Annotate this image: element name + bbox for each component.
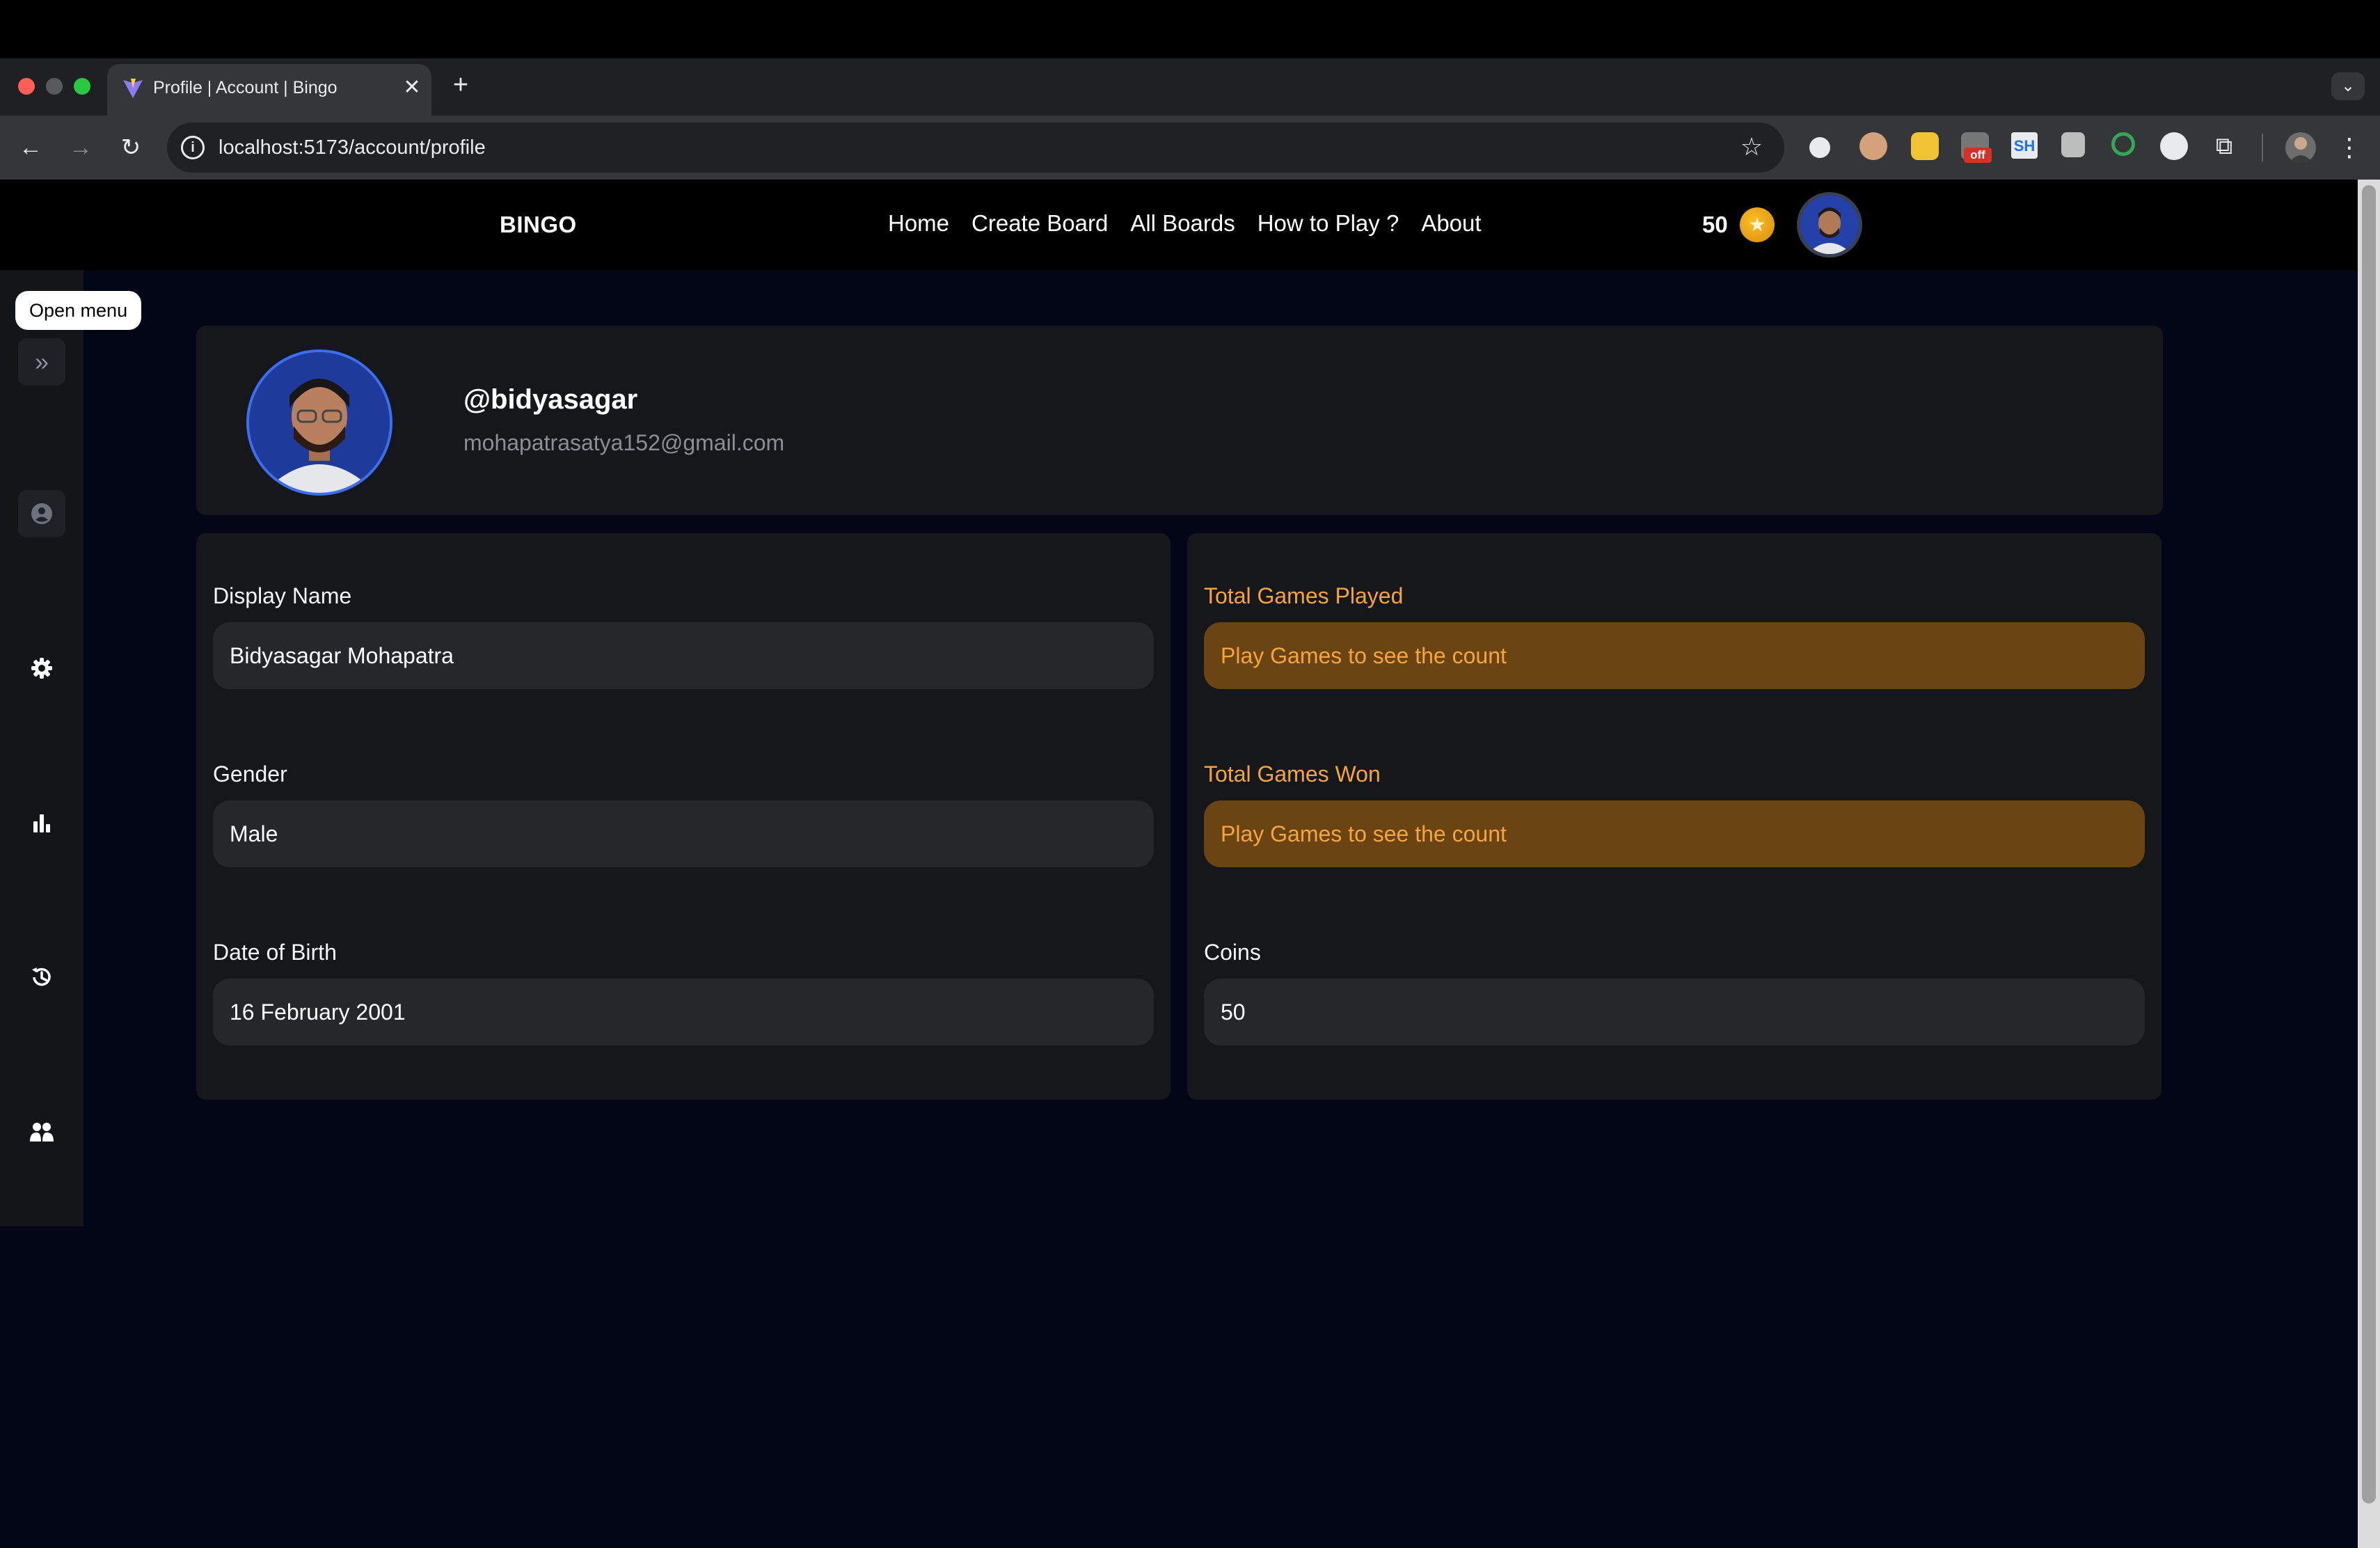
sidebar-item-friends[interactable]: [18, 1108, 65, 1155]
extension-2-icon[interactable]: [1859, 132, 1887, 160]
extension-8-icon[interactable]: [2160, 132, 2188, 160]
bar-chart-icon: [33, 814, 50, 832]
extension-3-icon[interactable]: [1911, 132, 1939, 160]
nav-home-link[interactable]: Home: [888, 210, 949, 241]
nav-create-board-link[interactable]: Create Board: [971, 210, 1108, 241]
sidebar-item-settings[interactable]: [18, 645, 65, 692]
personal-info-card: Display Name Bidyasagar Mohapatra Gender…: [196, 533, 1171, 1100]
toolbar-divider: [2262, 134, 2263, 161]
coins-field: 50: [1204, 979, 2145, 1045]
bookmark-star-icon[interactable]: ☆: [1734, 129, 1769, 164]
open-menu-tooltip: Open menu: [15, 291, 142, 330]
coin-balance: 50: [1702, 212, 1728, 237]
side-menu: [0, 270, 84, 1226]
stats-card: Total Games Played Play Games to see the…: [1187, 533, 2161, 1100]
profile-email: mohapatrasatya152@gmail.com: [463, 430, 785, 455]
browser-profile-avatar[interactable]: [2285, 132, 2316, 163]
reload-icon[interactable]: ↻: [116, 132, 146, 163]
games-played-field: Play Games to see the count: [1204, 622, 2145, 689]
profile-person-icon: [2289, 137, 2312, 163]
dob-field[interactable]: 16 February 2001: [213, 979, 1154, 1045]
user-avatar-button[interactable]: [1797, 192, 1862, 258]
expand-menu-button[interactable]: »: [18, 338, 65, 386]
gender-label: Gender: [213, 761, 287, 787]
tab-search-button[interactable]: ⌄: [2331, 72, 2365, 100]
nav-all-boards-link[interactable]: All Boards: [1130, 210, 1235, 241]
avatar-portrait-icon: [1800, 196, 1859, 254]
nav-how-to-play-link[interactable]: How to Play ?: [1258, 210, 1399, 241]
profile-header-card: [196, 326, 2163, 515]
user-circle-icon: [31, 503, 52, 524]
browser-menu-icon[interactable]: ⋮: [2334, 131, 2365, 164]
extension-1-icon[interactable]: [1809, 137, 1830, 158]
nav-about-link[interactable]: About: [1421, 210, 1481, 241]
window-zoom-button[interactable]: [74, 78, 90, 95]
new-tab-button[interactable]: +: [445, 70, 476, 100]
sidebar-item-stats[interactable]: [18, 799, 65, 846]
double-chevron-right-icon: »: [34, 347, 49, 376]
extension-6-icon[interactable]: [2061, 132, 2085, 157]
profile-avatar[interactable]: [246, 349, 392, 496]
forward-arrow-icon[interactable]: →: [65, 132, 96, 163]
games-won-label: Total Games Won: [1204, 761, 1381, 787]
display-name-field[interactable]: Bidyasagar Mohapatra: [213, 622, 1154, 689]
extension-7-icon[interactable]: [2111, 132, 2135, 156]
avatar-portrait-icon: [249, 352, 390, 493]
back-arrow-icon[interactable]: ←: [15, 132, 46, 163]
profile-username: @bidyasagar: [463, 384, 638, 415]
history-icon: [32, 968, 51, 986]
scrollbar-thumb[interactable]: [2362, 185, 2376, 1503]
gender-field[interactable]: Male: [213, 800, 1154, 867]
extension-off-badge: off: [1964, 148, 1992, 163]
os-menu-bar: [0, 0, 2380, 58]
gear-icon: [31, 658, 52, 679]
browser-tab-active[interactable]: Profile | Account | Bingo ✕: [107, 64, 431, 116]
extensions-puzzle-icon[interactable]: ⧉: [2210, 132, 2238, 160]
display-name-label: Display Name: [213, 583, 352, 608]
users-icon: [30, 1123, 54, 1142]
site-info-icon[interactable]: i: [181, 136, 205, 159]
coin-icon: ★: [1740, 207, 1775, 242]
window-minimize-button[interactable]: [46, 78, 63, 95]
main-nav: Home Create Board All Boards How to Play…: [888, 210, 1482, 241]
sidebar-item-profile[interactable]: [18, 490, 65, 537]
dob-label: Date of Birth: [213, 940, 337, 965]
sidebar-item-history[interactable]: [18, 954, 65, 1001]
extension-sh-icon[interactable]: SH: [2011, 132, 2038, 159]
vite-favicon-icon: [123, 79, 143, 98]
url-text[interactable]: localhost:5173/account/profile: [219, 136, 486, 159]
brand-logo[interactable]: BINGO: [500, 212, 577, 238]
window-close-button[interactable]: [18, 78, 35, 95]
games-played-label: Total Games Played: [1204, 583, 1404, 608]
address-bar[interactable]: i localhost:5173/account/profile ☆: [167, 123, 1784, 173]
tab-title: Profile | Account | Bingo: [153, 78, 338, 97]
coins-label: Coins: [1204, 940, 1261, 965]
tab-close-icon[interactable]: ✕: [399, 74, 425, 102]
games-won-field: Play Games to see the count: [1204, 800, 2145, 867]
